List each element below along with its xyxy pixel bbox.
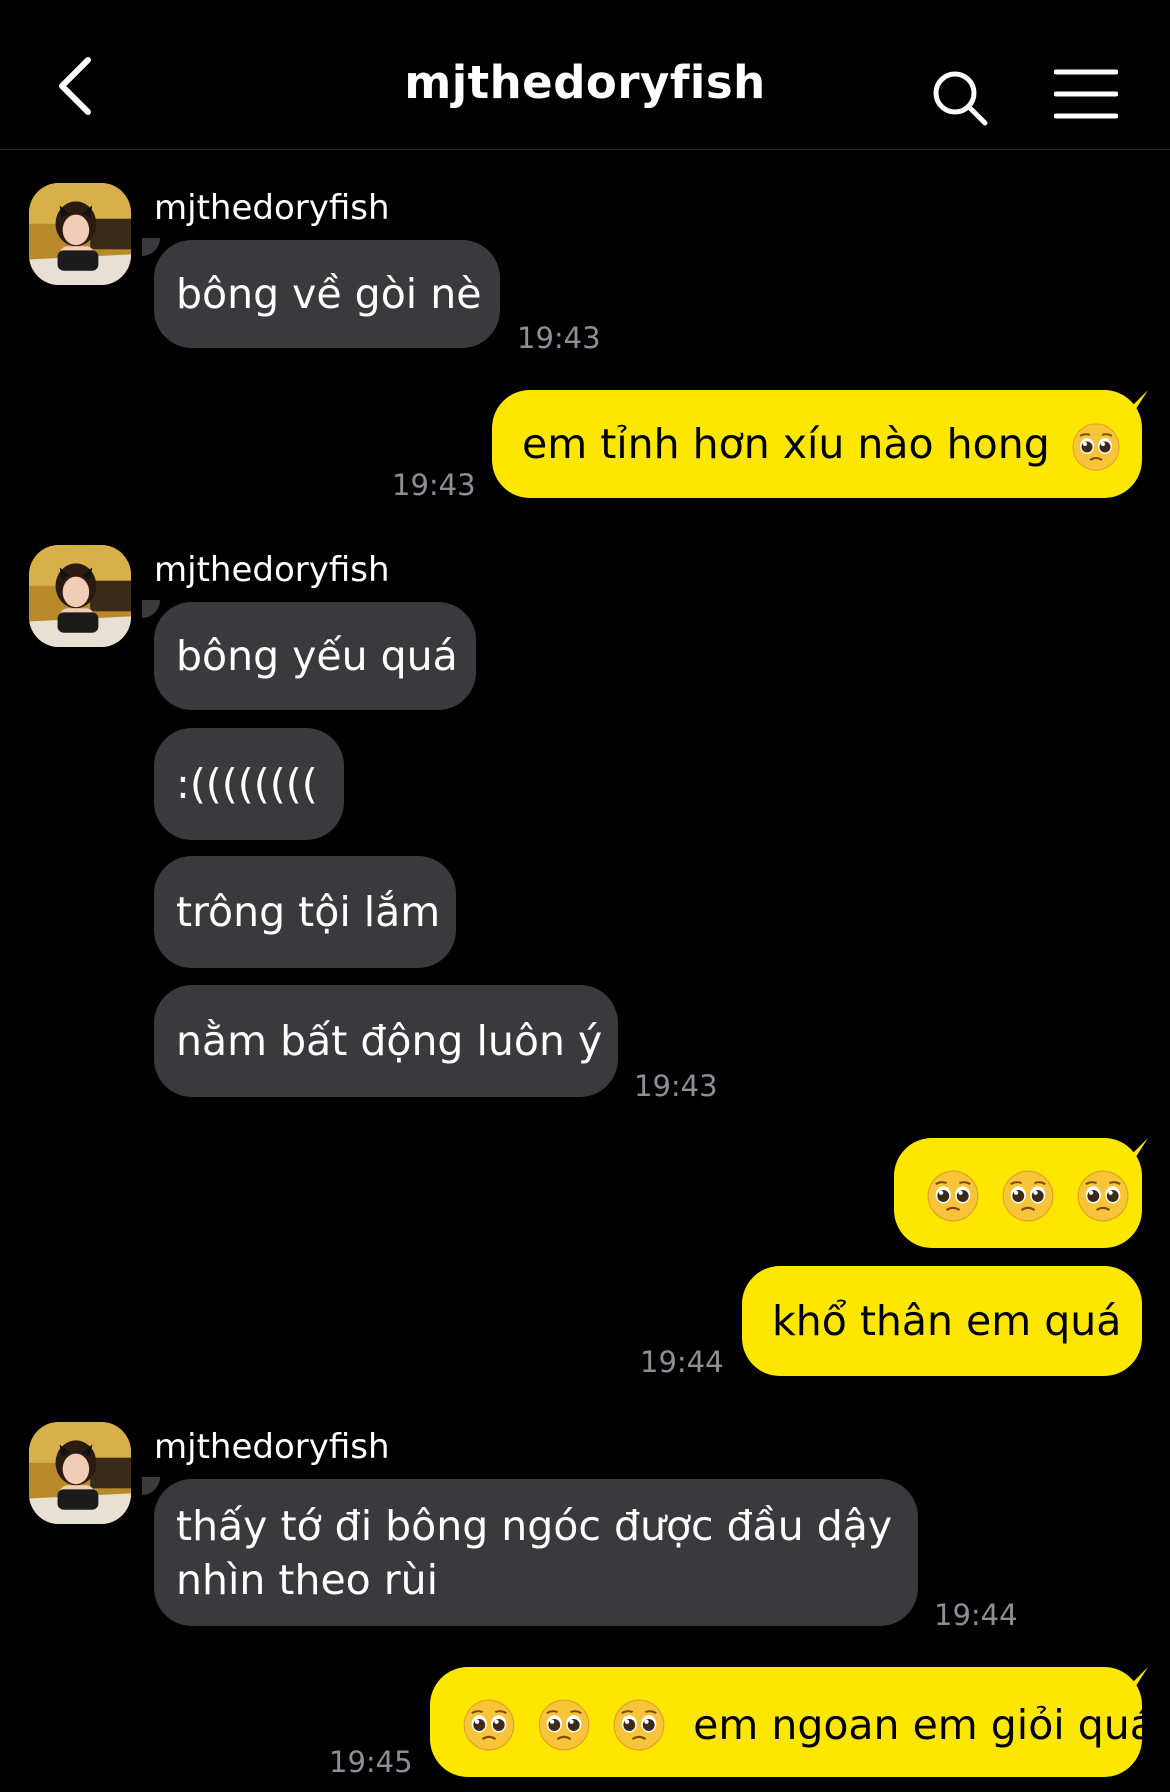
avatar[interactable] bbox=[29, 1422, 131, 1524]
incoming-message-bubble[interactable]: bông yếu quá bbox=[154, 602, 476, 710]
message-text: nằm bất động luôn ý bbox=[176, 1017, 603, 1065]
incoming-message-bubble[interactable]: trông tội lắm bbox=[154, 856, 456, 968]
sender-name: mjthedoryfish bbox=[154, 188, 390, 228]
message-timestamp: 19:44 bbox=[640, 1345, 724, 1379]
outgoing-message-bubble[interactable]: khổ thân em quá bbox=[742, 1266, 1142, 1376]
message-timestamp: 19:43 bbox=[634, 1069, 718, 1103]
message-timestamp: 19:43 bbox=[517, 321, 601, 355]
pleading-face-icon bbox=[1076, 1169, 1130, 1223]
message-timestamp: 19:43 bbox=[392, 468, 476, 502]
message-text: bông về gòi nè bbox=[176, 270, 482, 318]
message-timestamp: 19:45 bbox=[329, 1745, 413, 1779]
chat-header: mjthedoryfish bbox=[0, 0, 1170, 150]
message-text: khổ thân em quá bbox=[772, 1297, 1122, 1345]
sender-name: mjthedoryfish bbox=[154, 1427, 390, 1467]
message-text: em ngoan em giỏi quá bbox=[693, 1701, 1155, 1749]
pleading-face-icon bbox=[612, 1698, 666, 1752]
incoming-message-bubble[interactable]: thấy tớ đi bông ngóc được đầu dậy nhìn t… bbox=[154, 1479, 918, 1626]
pleading-face-icon bbox=[1001, 1169, 1055, 1223]
message-text-line: thấy tớ đi bông ngóc được đầu dậy bbox=[176, 1502, 893, 1550]
outgoing-message-bubble[interactable]: em tỉnh hơn xíu nào hong bbox=[492, 390, 1142, 498]
message-timestamp: 19:44 bbox=[934, 1598, 1018, 1632]
incoming-message-bubble[interactable]: nằm bất động luôn ý bbox=[154, 985, 618, 1097]
outgoing-message-bubble[interactable]: em ngoan em giỏi quá bbox=[430, 1667, 1155, 1777]
outgoing-emoji-bubble[interactable] bbox=[894, 1138, 1142, 1248]
pleading-face-icon bbox=[537, 1698, 591, 1752]
hamburger-menu-icon[interactable] bbox=[1054, 68, 1118, 120]
pleading-face-icon bbox=[462, 1698, 516, 1752]
avatar[interactable] bbox=[29, 545, 131, 647]
message-text-line: nhìn theo rùi bbox=[176, 1556, 439, 1604]
message-text: :(((((((( bbox=[176, 760, 318, 808]
pleading-face-icon bbox=[1071, 422, 1121, 472]
pleading-face-icon bbox=[926, 1169, 980, 1223]
message-text: trông tội lắm bbox=[176, 888, 441, 936]
avatar[interactable] bbox=[29, 183, 131, 285]
message-text: bông yếu quá bbox=[176, 632, 458, 680]
incoming-message-bubble[interactable]: bông về gòi nè bbox=[154, 240, 500, 348]
incoming-message-bubble[interactable]: :(((((((( bbox=[154, 728, 344, 840]
sender-name: mjthedoryfish bbox=[154, 550, 390, 590]
search-icon[interactable] bbox=[930, 68, 990, 128]
page-title: mjthedoryfish bbox=[404, 56, 766, 109]
message-text: em tỉnh hơn xíu nào hong bbox=[522, 420, 1050, 468]
